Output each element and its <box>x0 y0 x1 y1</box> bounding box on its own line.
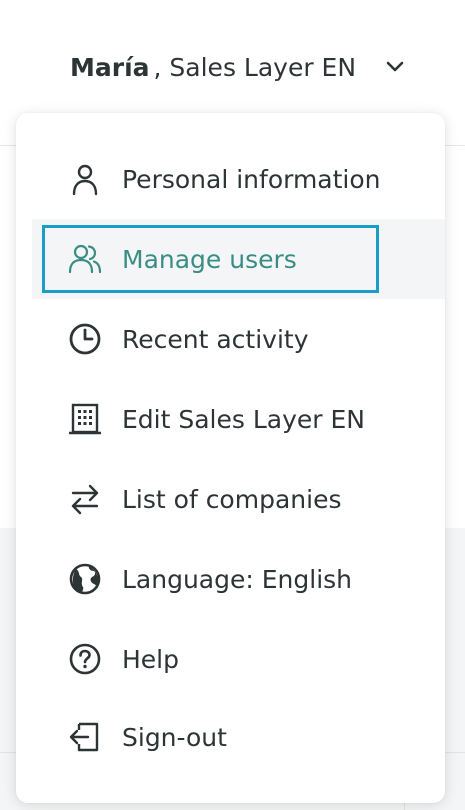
user-icon <box>68 162 102 196</box>
account-user-name: María <box>70 52 150 82</box>
menu-item-help[interactable]: Help <box>32 619 445 699</box>
menu-item-list-of-companies[interactable]: List of companies <box>32 459 445 539</box>
menu-item-label: Language: English <box>122 564 353 594</box>
menu-item-label: Recent activity <box>122 324 309 354</box>
menu-item-label: Manage users <box>122 244 297 274</box>
building-icon <box>68 402 102 436</box>
menu-item-personal-information[interactable]: Personal information <box>32 139 445 219</box>
clock-icon <box>68 322 102 356</box>
menu-item-label: Personal information <box>122 164 381 194</box>
users-icon <box>68 242 102 276</box>
menu-item-sign-out[interactable]: Sign-out <box>32 697 445 777</box>
account-company-name: , Sales Layer EN <box>153 52 357 82</box>
globe-icon <box>68 562 102 596</box>
menu-item-label: Edit Sales Layer EN <box>122 404 365 434</box>
account-dropdown-menu: Personal information Manage users Recent… <box>16 113 445 803</box>
question-circle-icon <box>68 642 102 676</box>
account-menu-toggle[interactable]: María, Sales Layer EN <box>70 46 406 88</box>
menu-item-label: Sign-out <box>122 722 227 752</box>
menu-item-language[interactable]: Language: English <box>32 539 445 619</box>
menu-item-label: List of companies <box>122 484 342 514</box>
menu-item-manage-users[interactable]: Manage users <box>32 219 445 299</box>
menu-item-edit-company[interactable]: Edit Sales Layer EN <box>32 379 445 459</box>
swap-arrows-icon <box>68 482 102 516</box>
chevron-down-icon <box>384 56 406 78</box>
menu-item-label: Help <box>122 644 179 674</box>
sign-out-icon <box>68 720 102 754</box>
menu-item-recent-activity[interactable]: Recent activity <box>32 299 445 379</box>
